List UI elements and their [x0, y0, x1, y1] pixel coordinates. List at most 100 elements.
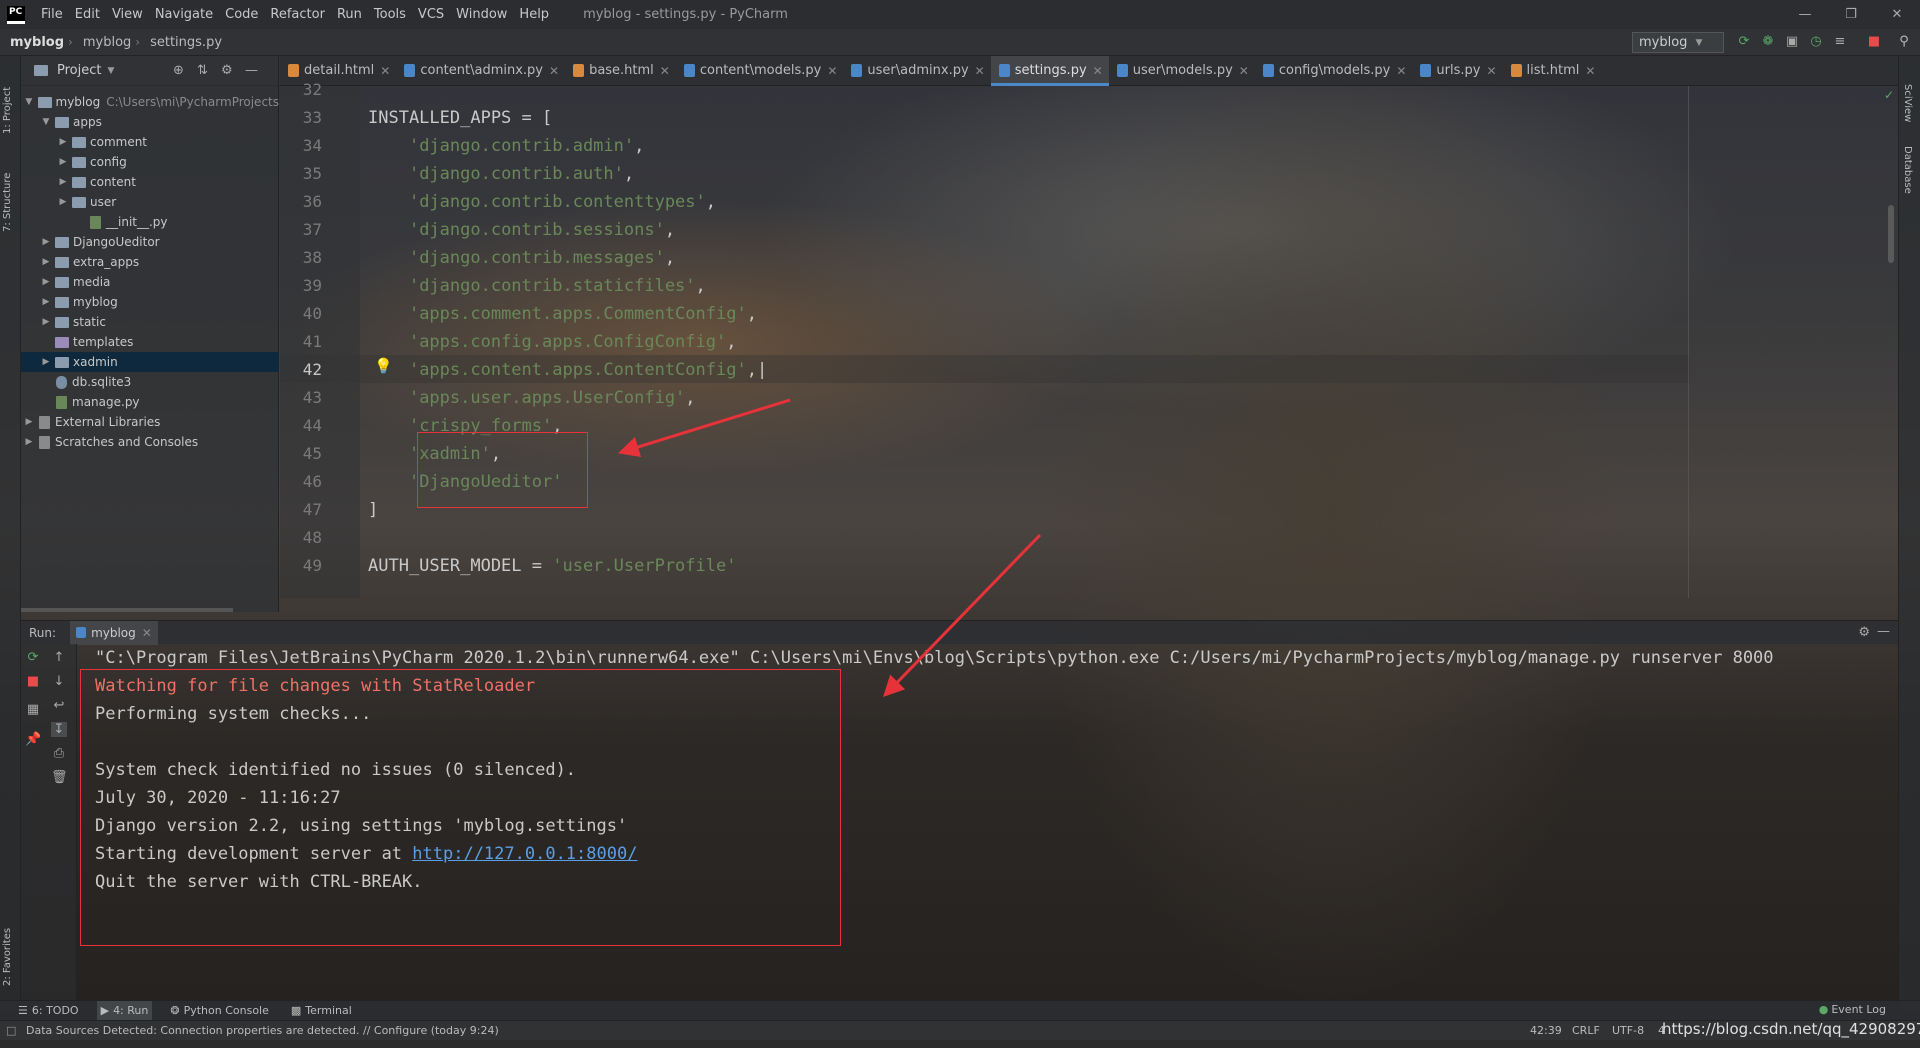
chevron-right-icon[interactable]: ▶	[57, 157, 69, 167]
close-icon[interactable]: ✕	[1239, 64, 1249, 78]
menu-refactor[interactable]: Refactor	[264, 7, 331, 22]
tree-item[interactable]: ▶ xadmin	[21, 352, 279, 372]
tree-item[interactable]: ▼ myblog C:\Users\mi\PycharmProjects	[21, 92, 279, 112]
scroll-down-icon[interactable]: ↓	[51, 674, 67, 689]
gear-icon[interactable]: ⚙	[1858, 625, 1870, 640]
tool-tab-sciview[interactable]: SciView	[1902, 84, 1913, 122]
tool-tab-structure[interactable]: 7: Structure	[2, 152, 19, 232]
pin-icon[interactable]: 📌	[25, 732, 41, 747]
chevron-right-icon[interactable]: ▶	[23, 437, 35, 447]
chevron-right-icon[interactable]: ▶	[40, 357, 52, 367]
rerun-icon[interactable]: ⟳	[1736, 34, 1752, 50]
editor-tab[interactable]: content\models.py ✕	[676, 56, 844, 86]
chevron-right-icon[interactable]: ▶	[40, 297, 52, 307]
chevron-right-icon[interactable]: ▶	[23, 417, 35, 427]
tree-item[interactable]: ▼ apps	[21, 112, 279, 132]
project-panel-title[interactable]: Project	[57, 63, 101, 78]
editor-tab[interactable]: list.html ✕	[1503, 56, 1602, 86]
tree-item[interactable]: ▶ media	[21, 272, 279, 292]
chevron-right-icon[interactable]: ▶	[57, 137, 69, 147]
stop-icon[interactable]: ■	[25, 674, 41, 689]
chevron-down-icon[interactable]: ▼	[107, 66, 114, 76]
chevron-right-icon[interactable]: ▶	[40, 317, 52, 327]
close-icon[interactable]: ✕	[380, 64, 390, 78]
chevron-right-icon[interactable]: ▶	[40, 277, 52, 287]
run-configuration-selector[interactable]: myblog ▼	[1632, 32, 1724, 53]
tree-item[interactable]: ▶ comment	[21, 132, 279, 152]
chevron-right-icon[interactable]: ▶	[57, 197, 69, 207]
menu-run[interactable]: Run	[331, 7, 368, 22]
menu-navigate[interactable]: Navigate	[149, 7, 219, 22]
chevron-right-icon[interactable]: ▶	[40, 257, 52, 267]
status-toggle-icon[interactable]: □	[6, 1024, 16, 1037]
editor-tab[interactable]: content\adminx.py ✕	[396, 56, 565, 86]
close-icon[interactable]: ✕	[660, 64, 670, 78]
maximize-button[interactable]: ❐	[1828, 0, 1874, 29]
gear-icon[interactable]: ⚙	[221, 63, 233, 78]
editor-tab[interactable]: base.html ✕	[565, 56, 676, 86]
close-icon[interactable]: ✕	[1585, 64, 1595, 78]
menu-file[interactable]: File	[35, 7, 69, 22]
scroll-to-end-icon[interactable]: ↧	[51, 722, 67, 737]
tree-item[interactable]: ▶ user	[21, 192, 279, 212]
todo-tool-button[interactable]: ☰ 6: TODO	[14, 1001, 83, 1021]
chevron-down-icon[interactable]: ▼	[23, 97, 35, 107]
inspection-ok-icon[interactable]: ✓	[1884, 88, 1894, 102]
terminal-tool-button[interactable]: ▩ Terminal	[287, 1001, 356, 1021]
menu-edit[interactable]: Edit	[69, 7, 106, 22]
close-icon[interactable]: ✕	[975, 64, 985, 78]
menu-view[interactable]: View	[106, 7, 149, 22]
debug-icon[interactable]: ❁	[1760, 34, 1776, 50]
tree-item[interactable]: __init__.py	[21, 212, 279, 232]
line-separator[interactable]: CRLF	[1572, 1024, 1600, 1037]
stop-icon[interactable]: ■	[1866, 34, 1882, 50]
close-window-button[interactable]: ✕	[1874, 0, 1920, 29]
caret-position[interactable]: 42:39	[1530, 1024, 1562, 1037]
event-log-button[interactable]: ● Event Log	[1819, 1003, 1886, 1016]
tree-item[interactable]: ▶ myblog	[21, 292, 279, 312]
editor-tab[interactable]: settings.py ✕	[990, 55, 1109, 86]
profile-icon[interactable]: ◷	[1808, 34, 1824, 50]
coverage-icon[interactable]: ▣	[1784, 34, 1800, 50]
code-editor[interactable]: INSTALLED_APPS = [ 'django.contrib.admin…	[368, 86, 1688, 598]
minimize-button[interactable]: —	[1782, 0, 1828, 29]
editor-tab[interactable]: config\models.py ✕	[1255, 56, 1413, 86]
tree-item[interactable]: ▶ External Libraries	[21, 412, 279, 432]
close-icon[interactable]: ✕	[1093, 64, 1103, 78]
menu-help[interactable]: Help	[513, 7, 555, 22]
chevron-right-icon[interactable]: ▶	[40, 237, 52, 247]
editor-tab[interactable]: user\models.py ✕	[1109, 56, 1255, 86]
tree-item[interactable]: ▶ config	[21, 152, 279, 172]
chevron-right-icon[interactable]: ▶	[57, 177, 69, 187]
project-horizontal-scrollbar[interactable]	[21, 608, 233, 612]
breadcrumb-file[interactable]: settings.py	[140, 35, 226, 50]
collapse-all-icon[interactable]: ⇅	[197, 63, 208, 78]
scroll-up-icon[interactable]: ↑	[51, 650, 67, 665]
locate-icon[interactable]: ⊕	[173, 63, 184, 78]
menu-code[interactable]: Code	[219, 7, 264, 22]
breadcrumb-project[interactable]: myblog	[0, 35, 68, 50]
menu-vcs[interactable]: VCS	[412, 7, 450, 22]
close-icon[interactable]: ✕	[1486, 64, 1496, 78]
close-icon[interactable]: ✕	[827, 64, 837, 78]
tool-tab-project[interactable]: 1: Project	[2, 64, 19, 134]
menu-window[interactable]: Window	[450, 7, 513, 22]
tree-item[interactable]: ▶ Scratches and Consoles	[21, 432, 279, 452]
print-icon[interactable]: ⎙	[51, 746, 67, 761]
run-tool-button[interactable]: ▶ 4: Run	[96, 1000, 153, 1021]
python-console-tool-button[interactable]: ❂ Python Console	[166, 1001, 273, 1021]
editor-tab[interactable]: urls.py ✕	[1412, 56, 1502, 86]
breadcrumb-folder[interactable]: myblog	[73, 35, 135, 50]
lightbulb-icon[interactable]: 💡	[374, 357, 393, 375]
close-icon[interactable]: ✕	[1396, 64, 1406, 78]
tree-item[interactable]: manage.py	[21, 392, 279, 412]
build-icon[interactable]: ≡	[1832, 34, 1848, 50]
tree-item[interactable]: db.sqlite3	[21, 372, 279, 392]
tool-tab-favorites[interactable]: 2: Favorites	[2, 906, 19, 986]
chevron-down-icon[interactable]: ▼	[40, 117, 52, 127]
file-encoding[interactable]: UTF-8	[1612, 1024, 1644, 1037]
close-icon[interactable]: ✕	[549, 64, 559, 78]
trash-icon[interactable]: 🗑	[51, 770, 68, 785]
hide-icon[interactable]: —	[1877, 624, 1890, 639]
close-icon[interactable]: ✕	[142, 626, 152, 640]
